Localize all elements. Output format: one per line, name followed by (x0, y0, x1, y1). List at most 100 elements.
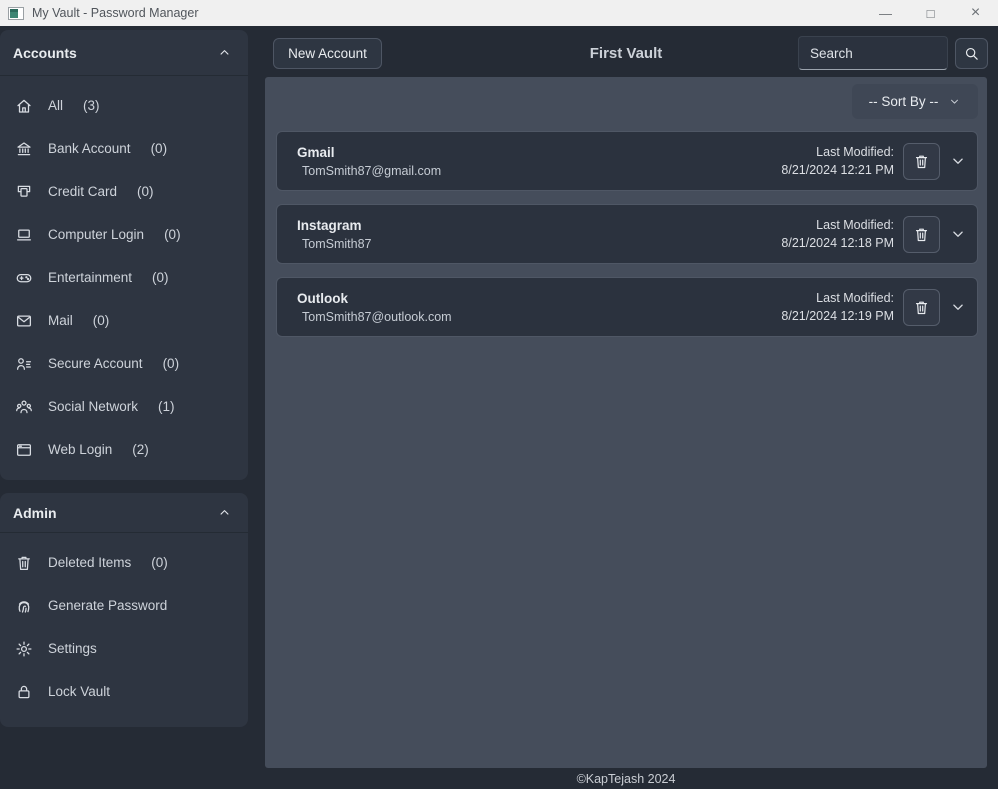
expand-account-chevron-icon[interactable] (949, 152, 967, 170)
sidebar-item-label: Bank Account (48, 141, 131, 156)
sidebar-item-label: Computer Login (48, 227, 145, 242)
search-input[interactable] (798, 36, 948, 70)
sidebar-item-lock-vault[interactable]: Lock Vault (0, 670, 248, 713)
gamepad-icon (15, 269, 33, 287)
sidebar-item-label: Lock Vault (48, 684, 111, 699)
app-icon (8, 6, 24, 20)
sort-by-dropdown[interactable]: -- Sort By -- (852, 84, 978, 119)
trash-icon (15, 554, 33, 572)
chevron-up-icon (217, 45, 232, 60)
account-list: Gmail TomSmith87@gmail.com Last Modified… (276, 131, 978, 337)
gear-icon (15, 640, 33, 658)
secure-account-icon (15, 355, 33, 373)
admin-panel: Admin Deleted Items (0) Generate Passwor… (0, 493, 248, 727)
account-username: TomSmith87 (302, 236, 372, 251)
last-modified-date: 8/21/2024 12:21 PM (781, 163, 894, 177)
trash-icon (913, 299, 930, 316)
fingerprint-icon (15, 597, 33, 615)
account-name: Gmail (297, 144, 335, 160)
admin-header-label: Admin (13, 504, 57, 521)
account-actions: Last Modified: 8/21/2024 12:19 PM (781, 288, 967, 326)
chevron-up-icon (217, 505, 232, 520)
sidebar-item-count: (0) (151, 555, 168, 570)
window-controls: — □ × (863, 0, 998, 26)
admin-list: Deleted Items (0) Generate Password Sett… (0, 533, 248, 713)
expand-account-chevron-icon[interactable] (949, 298, 967, 316)
account-name: Instagram (297, 217, 362, 233)
minimize-button[interactable]: — (863, 0, 908, 26)
sidebar-item-web-login[interactable]: Web Login (2) (0, 428, 248, 471)
sidebar-item-generate-password[interactable]: Generate Password (0, 584, 248, 627)
sidebar-item-label: All (48, 98, 64, 113)
delete-account-button[interactable] (903, 215, 940, 253)
sidebar-item-social-network[interactable]: Social Network (1) (0, 385, 248, 428)
sidebar-item-label: Settings (48, 641, 97, 656)
account-card-outlook[interactable]: Outlook TomSmith87@outlook.com Last Modi… (276, 277, 978, 337)
computer-icon (15, 226, 33, 244)
account-actions: Last Modified: 8/21/2024 12:18 PM (781, 215, 967, 253)
mail-icon (15, 312, 33, 330)
account-actions: Last Modified: 8/21/2024 12:21 PM (781, 142, 967, 180)
sidebar-item-label: Credit Card (48, 184, 118, 199)
sidebar-item-label: Web Login (48, 442, 113, 457)
sidebar-item-label: Mail (48, 313, 73, 328)
delete-account-button[interactable] (903, 142, 940, 180)
last-modified-label: Last Modified: (816, 291, 894, 305)
social-network-icon (15, 398, 33, 416)
sidebar-item-label: Secure Account (48, 356, 143, 371)
sidebar-item-settings[interactable]: Settings (0, 627, 248, 670)
accounts-panel: Accounts All (3) Bank Account (0) Credit… (0, 30, 248, 480)
chevron-down-icon (948, 95, 961, 108)
copyright-text: ©KapTejash 2024 (576, 771, 676, 786)
sort-by-label: -- Sort By -- (868, 94, 939, 109)
bank-icon (15, 140, 33, 158)
sidebar-item-count: (3) (83, 98, 100, 113)
account-info: Outlook TomSmith87@outlook.com (297, 291, 452, 324)
sidebar-item-count: (0) (137, 184, 154, 199)
sidebar-item-mail[interactable]: Mail (0) (0, 299, 248, 342)
search-icon (963, 45, 980, 62)
sidebar-item-count: (0) (152, 270, 169, 285)
trash-icon (913, 226, 930, 243)
sidebar-item-count: (0) (150, 141, 168, 156)
account-username: TomSmith87@outlook.com (302, 309, 452, 324)
account-info: Instagram TomSmith87 (297, 218, 371, 251)
maximize-button[interactable]: □ (908, 0, 953, 26)
account-name: Outlook (297, 290, 348, 306)
window-title: My Vault - Password Manager (32, 6, 199, 20)
last-modified-label: Last Modified: (816, 218, 894, 232)
delete-account-button[interactable] (903, 288, 940, 326)
sidebar-item-entertainment[interactable]: Entertainment (0) (0, 256, 248, 299)
sidebar-item-count: (0) (164, 227, 181, 242)
sidebar-item-secure-account[interactable]: Secure Account (0) (0, 342, 248, 385)
titlebar: My Vault - Password Manager — □ × (0, 0, 998, 26)
sidebar-item-deleted-items[interactable]: Deleted Items (0) (0, 541, 248, 584)
accounts-list: All (3) Bank Account (0) Credit Card (0)… (0, 76, 248, 471)
sidebar-item-count: (0) (162, 356, 180, 371)
sidebar-item-bank-account[interactable]: Bank Account (0) (0, 127, 248, 170)
last-modified: Last Modified: 8/21/2024 12:18 PM (781, 218, 894, 250)
admin-header[interactable]: Admin (0, 493, 248, 533)
accounts-header[interactable]: Accounts (0, 30, 248, 76)
sidebar-item-count: (2) (132, 442, 149, 457)
last-modified: Last Modified: 8/21/2024 12:21 PM (781, 145, 894, 177)
account-card-gmail[interactable]: Gmail TomSmith87@gmail.com Last Modified… (276, 131, 978, 191)
sidebar-item-label: Social Network (48, 399, 139, 414)
sidebar-item-label: Deleted Items (48, 555, 132, 570)
vault-content-panel: -- Sort By -- Gmail TomSmith87@gmail.com… (265, 77, 987, 768)
close-button[interactable]: × (953, 0, 998, 26)
search-button[interactable] (955, 38, 988, 69)
last-modified-date: 8/21/2024 12:19 PM (781, 309, 894, 323)
sidebar-item-label: Generate Password (48, 598, 168, 613)
sidebar-item-computer-login[interactable]: Computer Login (0) (0, 213, 248, 256)
trash-icon (913, 153, 930, 170)
sidebar-item-credit-card[interactable]: Credit Card (0) (0, 170, 248, 213)
web-login-icon (15, 441, 33, 459)
sidebar-item-all[interactable]: All (3) (0, 84, 248, 127)
credit-card-icon (15, 183, 33, 201)
expand-account-chevron-icon[interactable] (949, 225, 967, 243)
sidebar-item-count: (1) (158, 399, 175, 414)
sidebar-item-count: (0) (92, 313, 110, 328)
account-card-instagram[interactable]: Instagram TomSmith87 Last Modified: 8/21… (276, 204, 978, 264)
last-modified-date: 8/21/2024 12:18 PM (781, 236, 894, 250)
